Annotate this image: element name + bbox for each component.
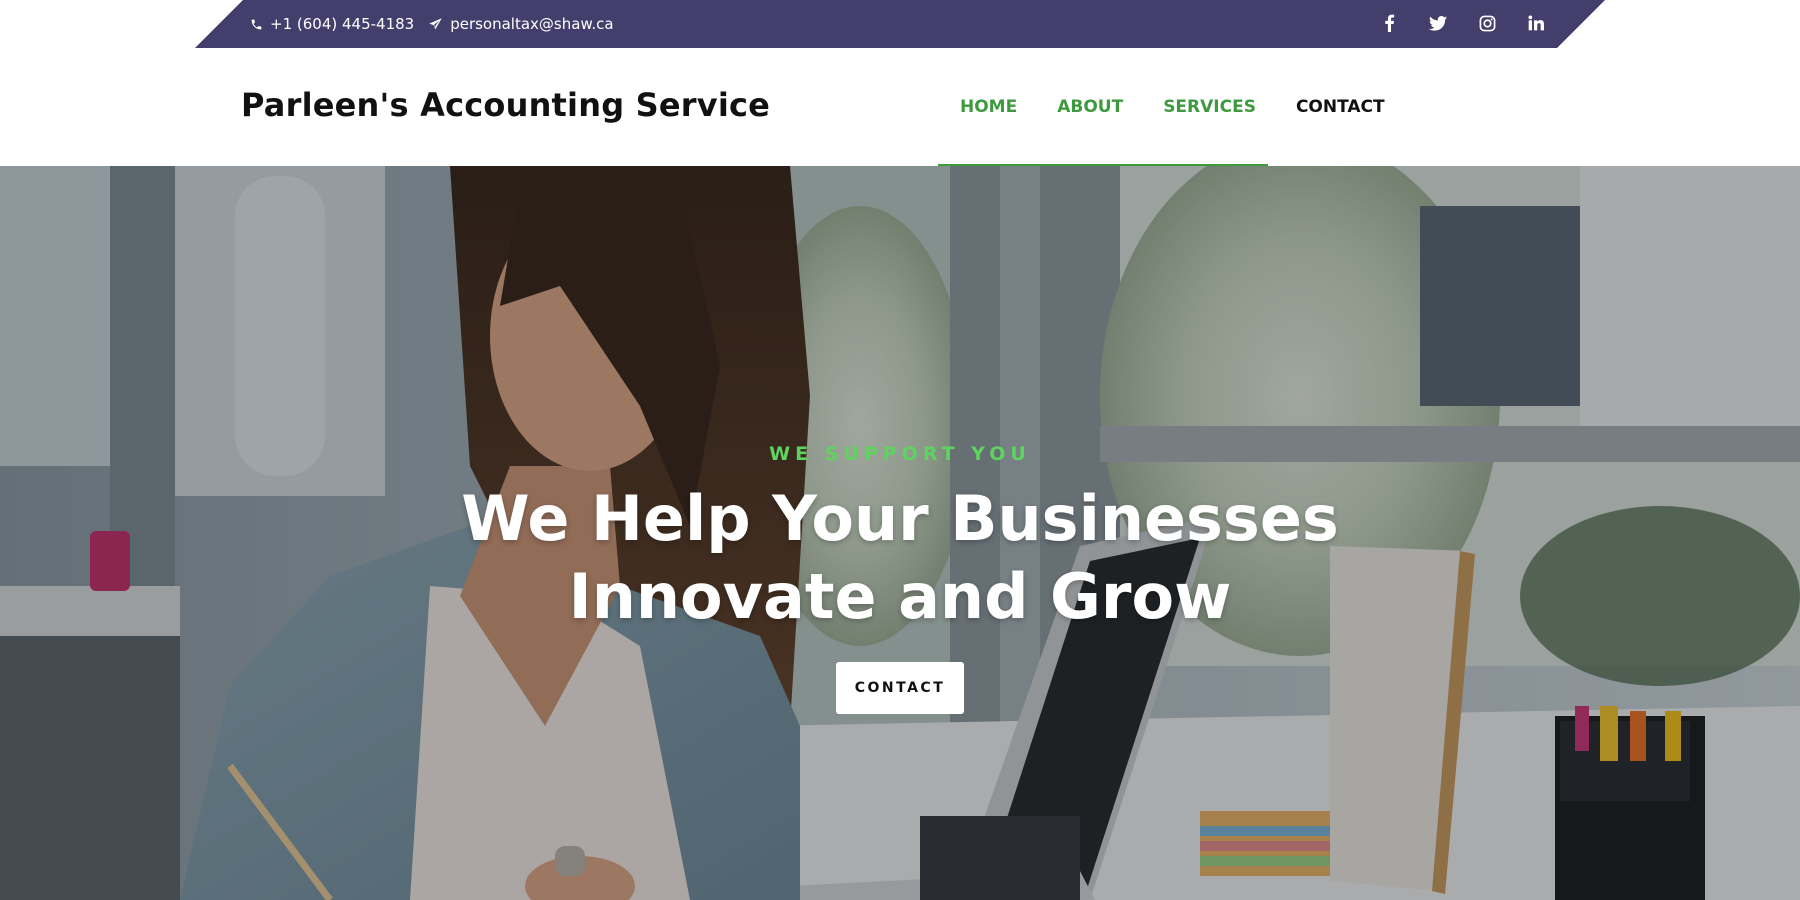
linkedin-icon[interactable] — [1527, 14, 1545, 32]
main-nav: HOME ABOUT SERVICES CONTACT — [940, 48, 1405, 166]
top-contact-bar: +1 (604) 445-4183 personaltax@shaw.ca — [195, 0, 1605, 48]
phone-contact[interactable]: +1 (604) 445-4183 — [250, 15, 414, 33]
email-address: personaltax@shaw.ca — [450, 15, 614, 33]
social-links — [1380, 0, 1545, 46]
paper-plane-icon — [428, 17, 443, 32]
phone-icon — [250, 18, 263, 31]
nav-about[interactable]: ABOUT — [1037, 48, 1143, 166]
contact-info: +1 (604) 445-4183 personaltax@shaw.ca — [250, 0, 614, 48]
email-contact[interactable]: personaltax@shaw.ca — [428, 15, 613, 33]
hero-headline-line-1: We Help Your Businesses — [461, 482, 1339, 555]
twitter-icon[interactable] — [1429, 14, 1447, 32]
nav-services[interactable]: SERVICES — [1143, 48, 1276, 166]
hero-content: WE SUPPORT YOU We Help Your Businesses I… — [0, 166, 1800, 900]
hero-headline-line-2: Innovate and Grow — [568, 560, 1232, 633]
site-logo[interactable]: Parleen's Accounting Service — [241, 86, 770, 124]
nav-home[interactable]: HOME — [940, 48, 1037, 166]
phone-number: +1 (604) 445-4183 — [270, 15, 415, 33]
instagram-icon[interactable] — [1478, 14, 1496, 32]
hero-section: WE SUPPORT YOU We Help Your Businesses I… — [0, 166, 1800, 900]
nav-contact[interactable]: CONTACT — [1276, 48, 1405, 166]
facebook-icon[interactable] — [1380, 14, 1398, 32]
hero-contact-button[interactable]: CONTACT — [836, 662, 964, 714]
site-header: Parleen's Accounting Service HOME ABOUT … — [0, 48, 1800, 166]
hero-headline: We Help Your Businesses Innovate and Gro… — [0, 480, 1800, 636]
hero-eyebrow: WE SUPPORT YOU — [769, 443, 1031, 465]
